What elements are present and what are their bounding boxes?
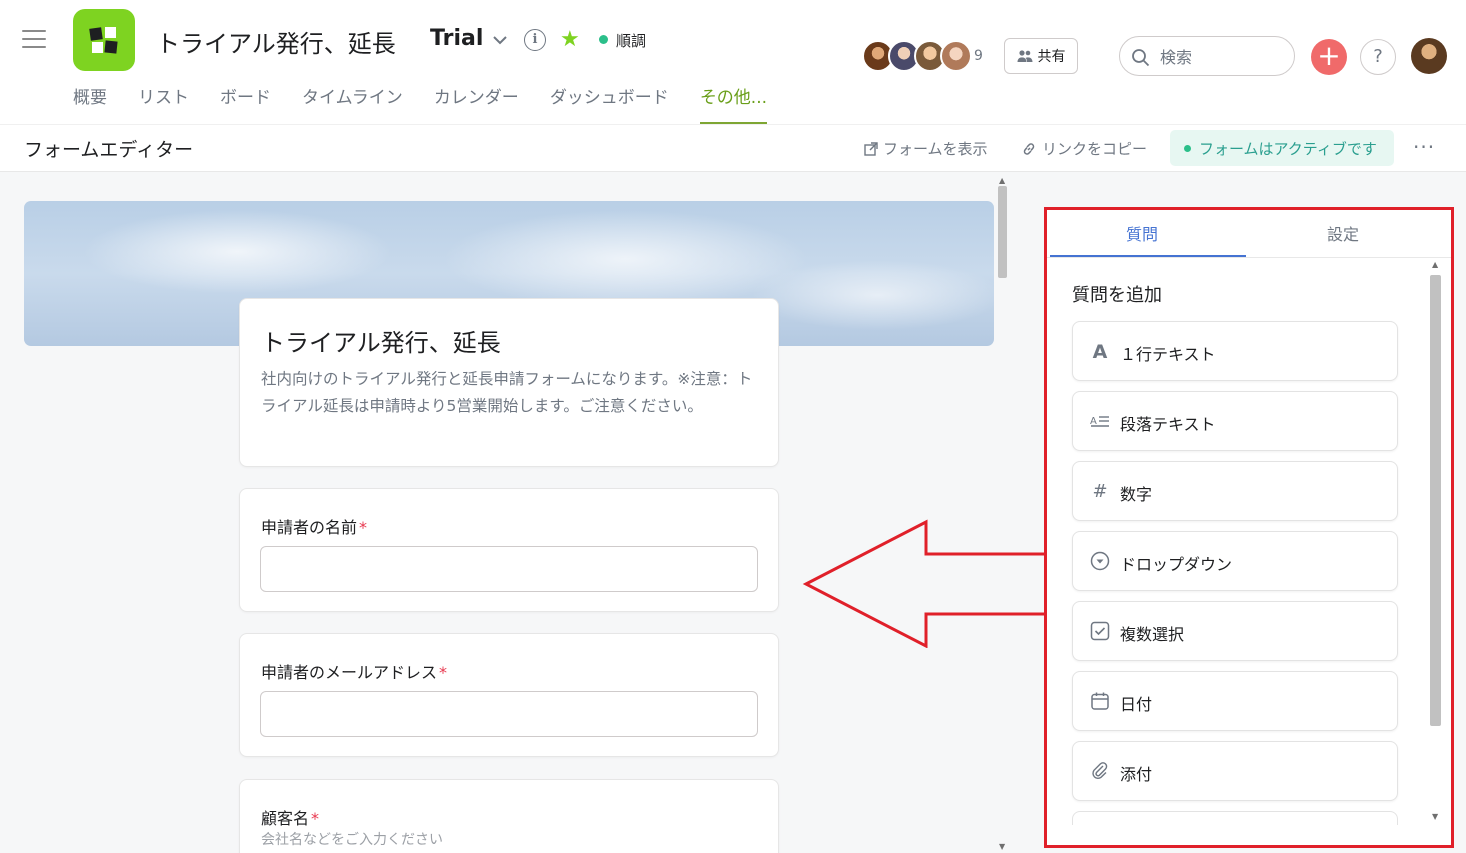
link-icon [1023,142,1035,155]
question-label: 顧客名 * [261,809,320,828]
page-title: フォームエディター [24,139,194,161]
copy-link-button[interactable]: リンクをコピー [1021,138,1147,159]
scroll-down-icon[interactable]: ▼ [999,842,1005,851]
checkbox-icon [1089,621,1111,643]
required-mark: * [311,809,320,828]
question-type-label: 段落テキスト [1120,415,1216,434]
question-type-number[interactable]: # 数字 [1072,461,1398,521]
question-type-partial[interactable] [1072,811,1398,825]
question-panel: 質問 設定 質問を追加 A １行テキスト A 段落テキスト # 数字 ドロップダ… [1044,207,1454,848]
tab-list[interactable]: リスト [138,84,189,124]
tab-questions[interactable]: 質問 [1126,221,1158,245]
tab-more[interactable]: その他... [699,84,768,124]
question-type-paragraph[interactable]: A 段落テキスト [1072,391,1398,451]
question-input[interactable] [260,691,758,737]
search-icon [1132,49,1150,67]
text-a-icon: A [1092,341,1108,363]
add-question-title: 質問を追加 [1072,285,1162,306]
panel-tabs: 質問 設定 [1047,210,1451,258]
project-title[interactable]: トライアル発行、延長 [156,24,396,59]
tab-dashboard[interactable]: ダッシュボード [550,84,669,124]
hash-icon: # [1092,481,1108,502]
question-label: 申請者のメールアドレス * [261,663,448,682]
question-label: 申請者の名前 * [261,518,368,537]
project-tabs: 概要 リスト ボード タイムライン カレンダー ダッシュボード その他... [73,84,798,124]
view-form-button[interactable]: フォームを表示 [864,138,988,159]
dropdown-icon [1089,551,1111,573]
required-mark: * [359,518,368,537]
scroll-up-icon[interactable]: ▲ [999,176,1005,185]
annotation-arrow-icon [802,519,1048,648]
tab-timeline[interactable]: タイムライン [302,84,403,124]
tab-calendar[interactable]: カレンダー [434,84,519,124]
external-link-icon [864,141,878,156]
required-mark: * [439,663,448,682]
status-label[interactable]: 順調 [616,30,646,51]
question-type-label: １行テキスト [1120,345,1216,364]
question-type-single-line[interactable]: A １行テキスト [1072,321,1398,381]
copy-link-label: リンクをコピー [1042,140,1148,158]
active-status-label: フォームはアクティブです [1199,139,1377,158]
question-card[interactable]: 申請者の名前 * [239,488,779,612]
view-form-label: フォームを表示 [883,140,988,158]
star-icon[interactable]: ★ [560,27,580,52]
help-button[interactable]: ? [1360,39,1396,75]
paragraph-icon: A [1089,411,1111,433]
active-dot [1184,144,1191,152]
form-canvas[interactable]: トライアル発行、延長 社内向けのトライアル発行と延長申請フォームになります。※注… [0,172,1012,853]
member-count[interactable]: 9 [974,48,983,64]
top-header: トライアル発行、延長 Trial i ★ 順調 9 共有 + ? 概要 リスト … [0,0,1466,124]
form-header-card[interactable]: トライアル発行、延長 社内向けのトライアル発行と延長申請フォームになります。※注… [239,298,779,467]
question-type-dropdown[interactable]: ドロップダウン [1072,531,1398,591]
share-button[interactable]: 共有 [1004,38,1078,74]
canvas-scrollbar-thumb[interactable] [998,186,1007,278]
people-icon [1017,50,1032,62]
question-hint: 会社名などをご入力ください [261,832,443,848]
question-type-label: 数字 [1120,485,1153,504]
form-description[interactable]: 社内向けのトライアル発行と延長申請フォームになります。※注意：トライアル延長は申… [261,366,761,420]
calendar-icon [1089,691,1111,713]
tab-overview[interactable]: 概要 [73,84,107,124]
tab-board[interactable]: ボード [220,84,271,124]
form-title[interactable]: トライアル発行、延長 [261,323,501,358]
editor-main: トライアル発行、延長 社内向けのトライアル発行と延長申請フォームになります。※注… [0,172,1466,853]
question-type-label: ドロップダウン [1120,555,1233,574]
search-box[interactable] [1119,36,1295,76]
project-tag[interactable]: Trial [430,26,483,51]
member-avatars[interactable]: 9 [862,40,1002,74]
question-type-label: 添付 [1120,765,1153,784]
chevron-down-icon[interactable] [490,30,510,50]
paperclip-icon [1089,761,1111,783]
search-input[interactable] [1160,45,1288,69]
question-type-label: 複数選択 [1120,625,1185,644]
tab-settings[interactable]: 設定 [1327,221,1359,245]
status-dot [599,35,608,44]
info-icon[interactable]: i [524,29,546,51]
add-button[interactable]: + [1311,39,1347,75]
question-input[interactable] [260,546,758,592]
form-active-status[interactable]: フォームはアクティブです [1170,130,1394,166]
menu-icon[interactable] [22,30,46,50]
more-options-icon[interactable]: ··· [1413,135,1435,159]
project-logo-icon[interactable] [73,9,135,71]
question-card[interactable]: 申請者のメールアドレス * [239,633,779,757]
question-type-label: 日付 [1120,695,1153,714]
question-type-date[interactable]: 日付 [1072,671,1398,731]
form-editor-toolbar: フォームエディター フォームを表示 リンクをコピー フォームはアクティブです ·… [0,124,1466,172]
avatar[interactable] [940,40,972,72]
user-avatar[interactable] [1411,38,1447,74]
question-type-multiple-choice[interactable]: 複数選択 [1072,601,1398,661]
active-tab-indicator [1050,255,1246,257]
scroll-up-icon[interactable]: ▲ [1432,260,1438,269]
question-type-attachment[interactable]: 添付 [1072,741,1398,801]
panel-scrollbar-thumb[interactable] [1430,275,1441,726]
share-label: 共有 [1037,49,1066,65]
question-card[interactable]: 顧客名 * 会社名などをご入力ください [239,779,779,853]
scroll-down-icon[interactable]: ▼ [1432,812,1438,821]
